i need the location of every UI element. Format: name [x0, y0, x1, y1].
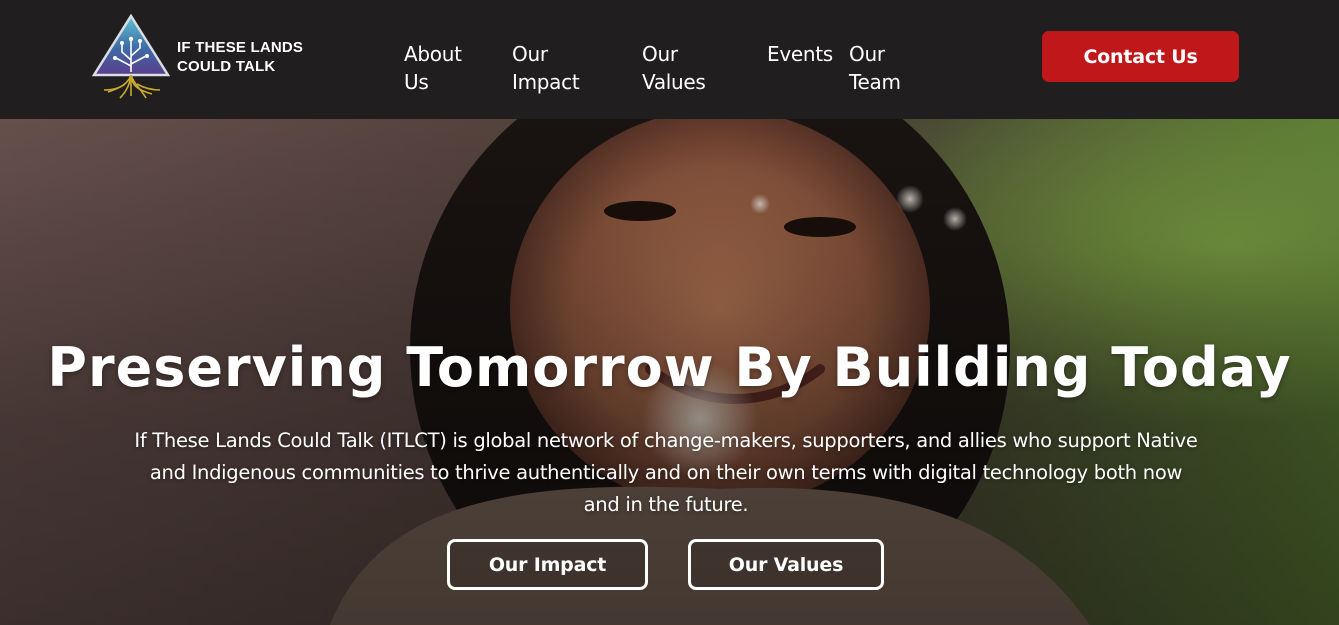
nav-events[interactable]: Events: [767, 40, 833, 68]
our-values-button[interactable]: Our Values: [688, 539, 884, 590]
brand-name-line2: COULD TALK: [177, 58, 276, 75]
hero-title: Preserving Tomorrow By Building Today: [47, 336, 1292, 399]
nav-our-impact[interactable]: Our Impact: [512, 40, 580, 94]
site-header: IF THESE LANDS COULD TALK About Us Our I…: [0, 0, 1339, 119]
nav-our-values[interactable]: Our Values: [642, 40, 706, 94]
contact-us-button[interactable]: Contact Us: [1042, 31, 1239, 82]
hero-section: Preserving Tomorrow By Building Today If…: [0, 119, 1339, 625]
brand-name-line1: IF THESE LANDS: [177, 39, 304, 56]
nav-about-us[interactable]: About Us: [404, 40, 462, 94]
triangle-circuit-roots-logo-icon: [92, 14, 170, 99]
brand-name: IF THESE LANDS COULD TALK: [177, 38, 303, 76]
site-logo[interactable]: IF THESE LANDS COULD TALK: [92, 14, 312, 100]
hero-description: If These Lands Could Talk (ITLCT) is glo…: [134, 429, 1198, 516]
nav-our-team[interactable]: Our Team: [849, 40, 901, 94]
our-impact-button[interactable]: Our Impact: [447, 539, 648, 590]
